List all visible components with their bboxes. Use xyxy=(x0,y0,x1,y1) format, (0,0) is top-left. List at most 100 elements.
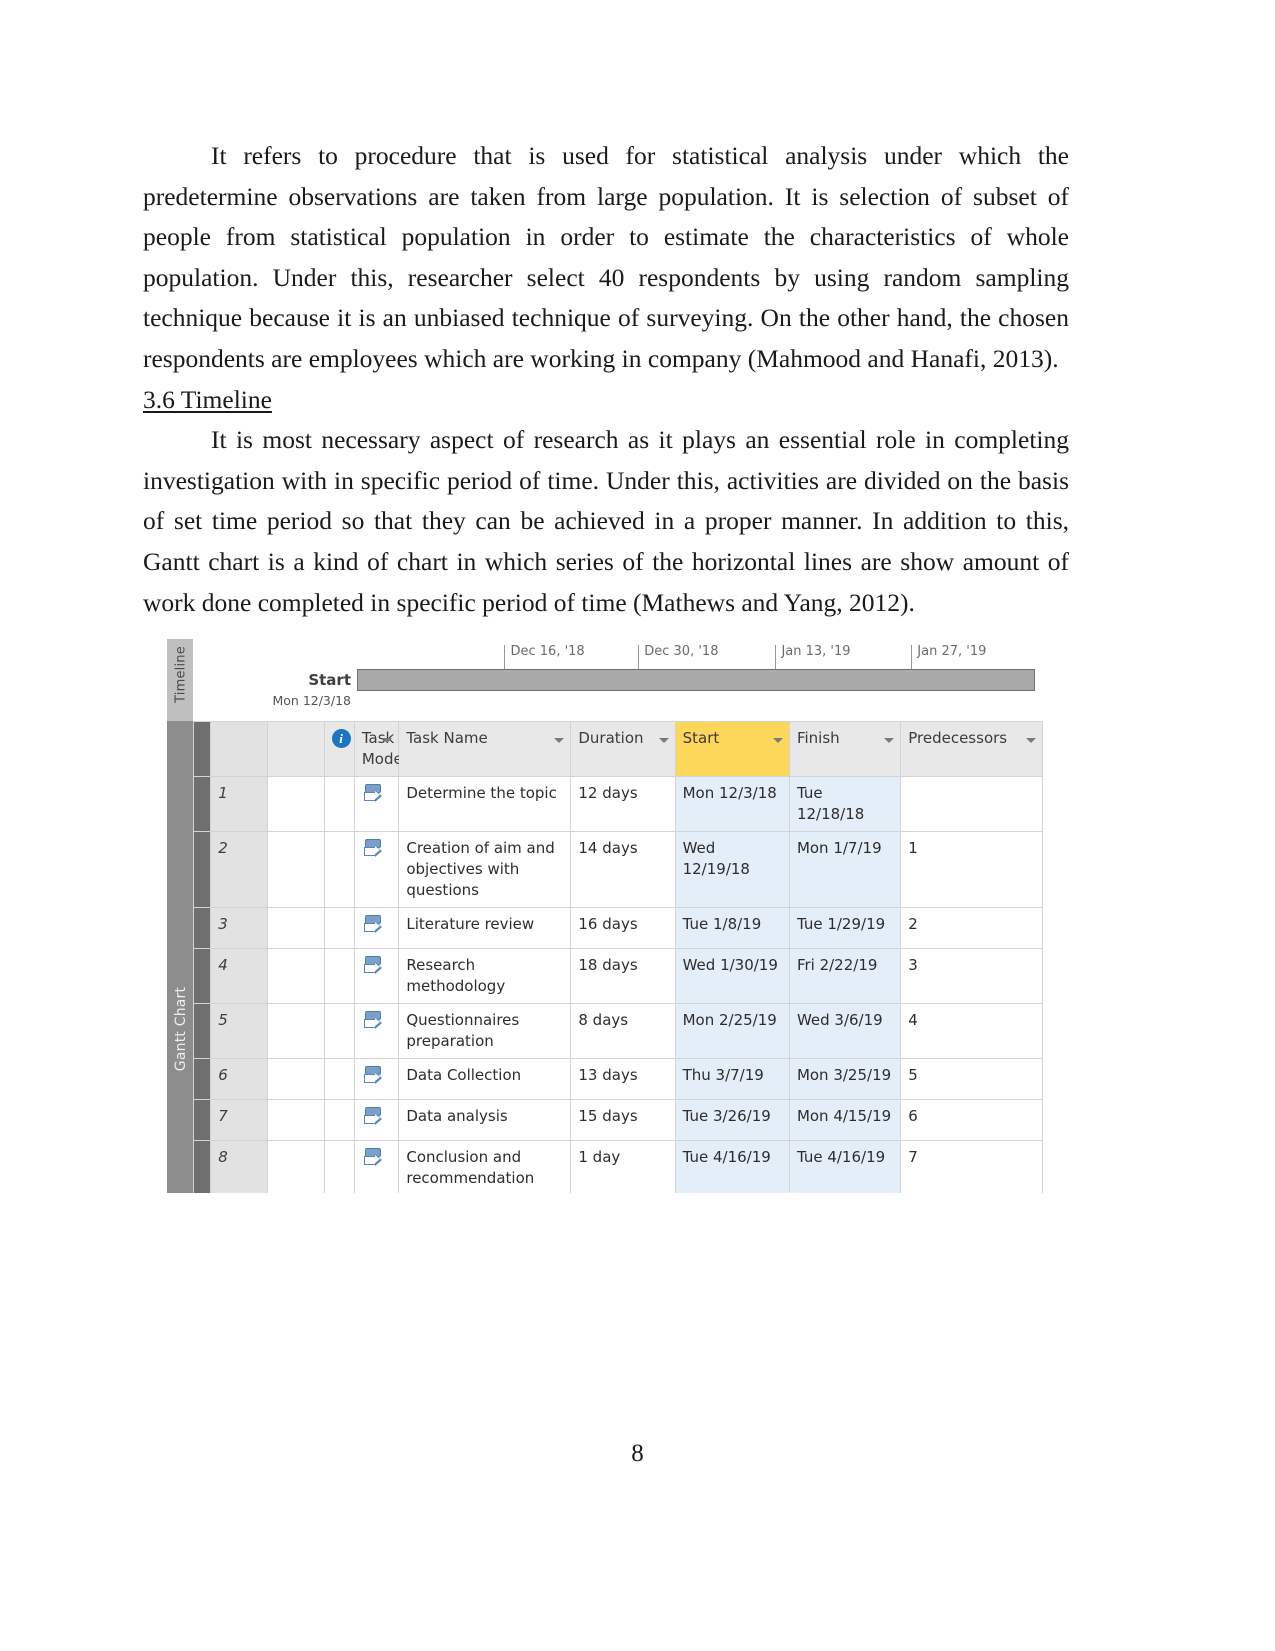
cell-task-mode[interactable] xyxy=(353,1058,400,1100)
table-gutter xyxy=(192,1140,212,1193)
cell-task-name[interactable]: Determine the topic xyxy=(398,776,572,832)
cell-start[interactable]: Tue 1/8/19 xyxy=(674,907,790,949)
cell-indicator[interactable] xyxy=(323,1003,355,1059)
cell-start[interactable]: Mon 2/25/19 xyxy=(674,1003,790,1059)
cell-task-mode[interactable] xyxy=(353,1099,400,1141)
cell-finish[interactable]: Mon 3/25/19 xyxy=(788,1058,902,1100)
cell-blank[interactable] xyxy=(266,907,325,949)
table-row[interactable]: 2 Creation of aim and objectives with qu… xyxy=(192,831,1043,908)
cell-task-mode[interactable] xyxy=(353,1140,400,1193)
cell-indicator[interactable] xyxy=(323,1140,355,1193)
row-number[interactable]: 2 xyxy=(210,831,268,908)
cell-predecessors[interactable]: 1 xyxy=(900,831,1043,908)
cell-indicator[interactable] xyxy=(323,1058,355,1100)
cell-predecessors[interactable]: 4 xyxy=(900,1003,1043,1059)
column-header-blank[interactable] xyxy=(266,721,325,777)
cell-task-name[interactable]: Creation of aim and objectives with ques… xyxy=(398,831,572,908)
column-header-indicators[interactable]: i xyxy=(323,721,355,777)
column-header-finish[interactable]: Finish xyxy=(788,721,902,777)
cell-blank[interactable] xyxy=(266,1099,325,1141)
cell-predecessors[interactable]: 7 xyxy=(900,1140,1043,1193)
cell-finish[interactable]: Tue 1/29/19 xyxy=(788,907,902,949)
cell-indicator[interactable] xyxy=(323,831,355,908)
cell-duration[interactable]: 18 days xyxy=(570,948,676,1004)
cell-finish[interactable]: Mon 4/15/19 xyxy=(788,1099,902,1141)
cell-blank[interactable] xyxy=(266,948,325,1004)
cell-blank[interactable] xyxy=(266,831,325,908)
cell-task-mode[interactable] xyxy=(353,776,400,832)
row-number-header xyxy=(210,721,268,777)
column-header-task-name[interactable]: Task Name xyxy=(398,721,572,777)
cell-duration[interactable]: 8 days xyxy=(570,1003,676,1059)
cell-duration[interactable]: 15 days xyxy=(570,1099,676,1141)
table-row[interactable]: 6 Data Collection 13 days Thu 3/7/19 Mon… xyxy=(192,1058,1043,1100)
cell-task-mode[interactable] xyxy=(353,907,400,949)
cell-blank[interactable] xyxy=(266,1058,325,1100)
cell-start[interactable]: Tue 3/26/19 xyxy=(674,1099,790,1141)
cell-indicator[interactable] xyxy=(323,776,355,832)
cell-task-mode[interactable] xyxy=(353,831,400,908)
side-tab-gantt-chart[interactable]: Gantt Chart xyxy=(167,721,193,1193)
cell-duration[interactable]: 1 day xyxy=(570,1140,676,1193)
cell-task-name[interactable]: Conclusion and recommendation xyxy=(398,1140,572,1193)
chevron-down-icon[interactable] xyxy=(772,738,783,743)
cell-task-name[interactable]: Research methodology xyxy=(398,948,572,1004)
cell-indicator[interactable] xyxy=(323,948,355,1004)
row-number[interactable]: 7 xyxy=(210,1099,268,1141)
row-number[interactable]: 8 xyxy=(210,1140,268,1193)
table-gutter xyxy=(192,907,212,949)
table-row[interactable]: 8 Conclusion and recommendation 1 day Tu… xyxy=(192,1140,1043,1193)
row-number[interactable]: 1 xyxy=(210,776,268,832)
cell-start[interactable]: Mon 12/3/18 xyxy=(674,776,790,832)
cell-finish[interactable]: Tue 12/18/18 xyxy=(788,776,902,832)
column-header-duration[interactable]: Duration xyxy=(570,721,676,777)
cell-duration[interactable]: 14 days xyxy=(570,831,676,908)
cell-duration[interactable]: 16 days xyxy=(570,907,676,949)
table-row[interactable]: 5 Questionnaires preparation 8 days Mon … xyxy=(192,1003,1043,1059)
cell-indicator[interactable] xyxy=(323,1099,355,1141)
cell-start[interactable]: Wed 12/19/18 xyxy=(674,831,790,908)
side-tab-timeline[interactable]: Timeline xyxy=(167,639,193,721)
cell-finish[interactable]: Fri 2/22/19 xyxy=(788,948,902,1004)
chevron-down-icon[interactable] xyxy=(884,738,895,743)
row-number[interactable]: 4 xyxy=(210,948,268,1004)
cell-finish[interactable]: Wed 3/6/19 xyxy=(788,1003,902,1059)
cell-finish[interactable]: Tue 4/16/19 xyxy=(788,1140,902,1193)
row-number[interactable]: 3 xyxy=(210,907,268,949)
cell-indicator[interactable] xyxy=(323,907,355,949)
cell-predecessors[interactable] xyxy=(900,776,1043,832)
cell-predecessors[interactable]: 5 xyxy=(900,1058,1043,1100)
cell-blank[interactable] xyxy=(266,1140,325,1193)
cell-start[interactable]: Wed 1/30/19 xyxy=(674,948,790,1004)
cell-duration[interactable]: 12 days xyxy=(570,776,676,832)
table-row[interactable]: 7 Data analysis 15 days Tue 3/26/19 Mon … xyxy=(192,1099,1043,1141)
cell-predecessors[interactable]: 3 xyxy=(900,948,1043,1004)
cell-predecessors[interactable]: 6 xyxy=(900,1099,1043,1141)
table-row[interactable]: 1 Determine the topic 12 days Mon 12/3/1… xyxy=(192,776,1043,832)
chevron-down-icon[interactable] xyxy=(658,738,669,743)
chevron-down-icon[interactable] xyxy=(554,738,565,743)
cell-blank[interactable] xyxy=(266,776,325,832)
row-number[interactable]: 5 xyxy=(210,1003,268,1059)
cell-predecessors[interactable]: 2 xyxy=(900,907,1043,949)
table-row[interactable]: 3 Literature review 16 days Tue 1/8/19 T… xyxy=(192,907,1043,949)
cell-task-name[interactable]: Questionnaires preparation xyxy=(398,1003,572,1059)
column-header-task-mode[interactable]: Task Mode xyxy=(353,721,403,777)
cell-blank[interactable] xyxy=(266,1003,325,1059)
cell-start[interactable]: Thu 3/7/19 xyxy=(674,1058,790,1100)
timeline-project-bar[interactable] xyxy=(357,669,1035,691)
chevron-down-icon[interactable] xyxy=(382,738,393,743)
cell-task-mode[interactable] xyxy=(353,1003,400,1059)
cell-task-name[interactable]: Literature review xyxy=(398,907,572,949)
cell-duration[interactable]: 13 days xyxy=(570,1058,676,1100)
cell-task-mode[interactable] xyxy=(353,948,400,1004)
cell-finish[interactable]: Mon 1/7/19 xyxy=(788,831,902,908)
column-header-start[interactable]: Start xyxy=(674,721,790,777)
cell-start[interactable]: Tue 4/16/19 xyxy=(674,1140,790,1193)
cell-task-name[interactable]: Data analysis xyxy=(398,1099,572,1141)
row-number[interactable]: 6 xyxy=(210,1058,268,1100)
chevron-down-icon[interactable] xyxy=(1026,738,1036,743)
cell-task-name[interactable]: Data Collection xyxy=(398,1058,572,1100)
column-header-predecessors[interactable]: Predecessors xyxy=(900,721,1043,777)
table-row[interactable]: 4 Research methodology 18 days Wed 1/30/… xyxy=(192,948,1043,1004)
